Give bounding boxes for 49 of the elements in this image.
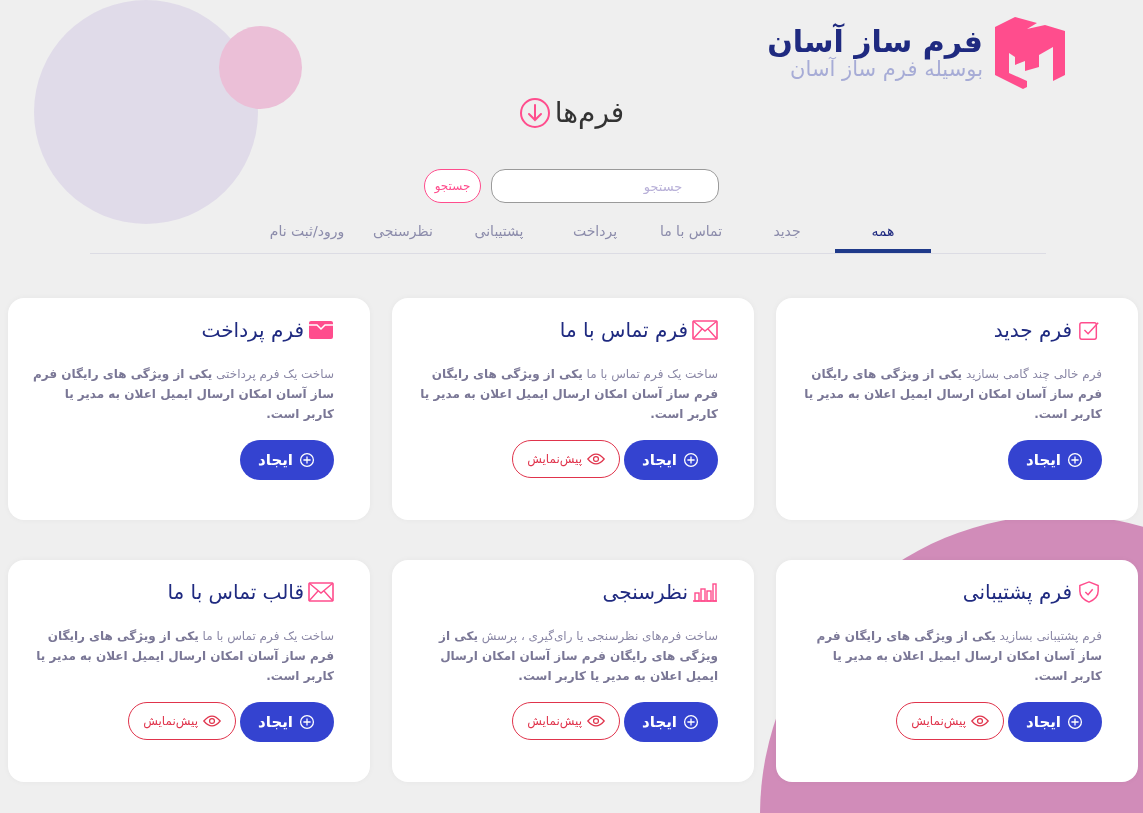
preview-button[interactable]: پیش‌نمایش xyxy=(128,702,237,740)
preview-button[interactable]: پیش‌نمایش xyxy=(512,440,621,478)
create-button[interactable]: ایجاد xyxy=(624,440,718,480)
category-tab[interactable]: ورود/ثبت نام xyxy=(259,221,355,253)
shield-icon xyxy=(1076,581,1102,603)
wallet-icon xyxy=(308,319,334,341)
create-button[interactable]: ایجاد xyxy=(624,702,718,742)
category-tab[interactable]: جدید xyxy=(739,221,835,253)
plus-circle-icon xyxy=(682,452,700,468)
card-title: فرم پشتیبانی xyxy=(962,580,1072,604)
search-button[interactable]: جستجو xyxy=(423,169,482,203)
plus-circle-icon xyxy=(1066,714,1084,730)
card-description: فرم خالی چند گامی بسازید یکی از ویژگی های رایگان فرم ساز آسان امکان ارسال ایمیل اعلان به مدیر یا کاربر است. xyxy=(803,366,1102,423)
logo-icon xyxy=(993,17,1067,89)
card-title: نظرسنجی xyxy=(602,580,688,604)
create-button[interactable]: ایجاد xyxy=(1008,440,1102,480)
page-heading: فرم‌ها xyxy=(554,96,625,129)
category-tab[interactable]: تماس با ما xyxy=(643,221,739,253)
card-title: قالب تماس با ما xyxy=(167,580,304,604)
envelope-icon xyxy=(308,581,334,603)
eye-icon xyxy=(203,713,222,729)
eye-icon xyxy=(587,713,606,729)
create-button[interactable]: ایجاد xyxy=(240,702,334,742)
plus-circle-icon xyxy=(682,714,700,730)
card-description: ساخت یک فرم پرداختی یکی از ویژگی های رایگان فرم ساز آسان امکان ارسال ایمیل اعلان به مدیر یا کاربر است. xyxy=(32,366,334,423)
create-button[interactable]: ایجاد xyxy=(240,440,334,480)
eye-icon xyxy=(587,451,606,467)
category-tab[interactable]: نظرسنجی xyxy=(355,221,451,253)
card-description: فرم پشتیبانی بسازید یکی از ویژگی های رایگان فرم ساز آسان امکان ارسال ایمیل اعلان به مدیر یا کاربر است. xyxy=(815,628,1102,685)
card-description: ساخت فرم‌های نظرسنجی یا رای‌گیری ، پرسش یکی از ویژگی های رایگان فرم ساز آسان امکان ارسال ایمیل اعلان به مدیر یا کاربر است. xyxy=(437,628,718,685)
card-title: فرم جدید xyxy=(993,318,1072,342)
plus-circle-icon xyxy=(298,714,316,730)
category-tab[interactable]: پشتیبانی xyxy=(451,221,547,253)
plus-circle-icon xyxy=(1066,452,1084,468)
create-button[interactable]: ایجاد xyxy=(1008,702,1102,742)
card-description: ساخت یک فرم تماس با ما یکی از ویژگی های رایگان فرم ساز آسان امکان ارسال ایمیل اعلان به مدیر یا کاربر است. xyxy=(419,366,718,423)
plus-circle-icon xyxy=(298,452,316,468)
envelope-icon xyxy=(692,319,718,341)
preview-button[interactable]: پیش‌نمایش xyxy=(896,702,1005,740)
bar-chart-icon xyxy=(692,581,718,603)
eye-icon xyxy=(971,713,990,729)
brand-title: فرم ساز آسان xyxy=(767,24,983,58)
card-title: فرم پرداخت xyxy=(201,318,304,342)
search-field[interactable]: جستجو xyxy=(491,169,720,203)
preview-button[interactable]: پیش‌نمایش xyxy=(512,702,621,740)
card-title: فرم تماس با ما xyxy=(559,318,688,342)
category-tab[interactable]: همه xyxy=(835,221,931,253)
category-tab[interactable]: پرداخت xyxy=(547,221,643,253)
card-description: ساخت یک فرم تماس با ما یکی از ویژگی های رایگان فرم ساز آسان امکان ارسال ایمیل اعلان به مدیر یا کاربر است. xyxy=(35,628,334,685)
